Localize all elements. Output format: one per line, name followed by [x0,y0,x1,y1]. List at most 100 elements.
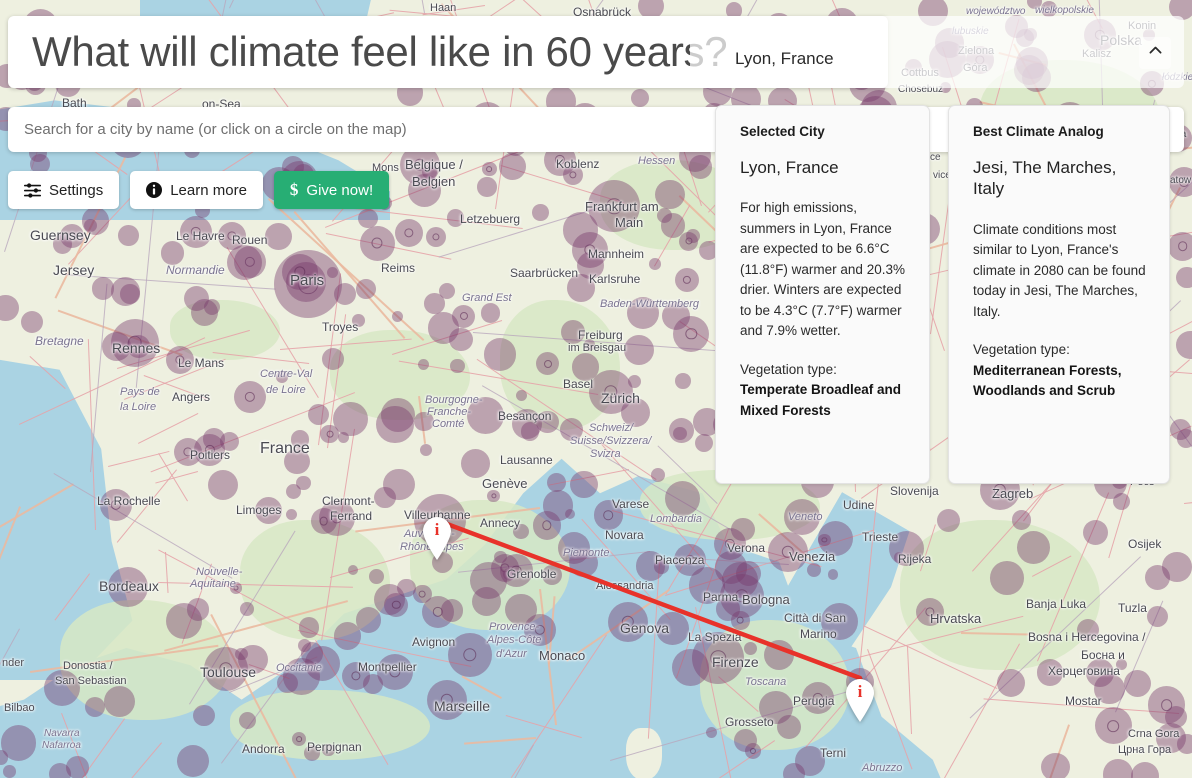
city-bubble[interactable] [85,696,106,717]
city-bubble[interactable] [427,680,467,720]
city-bubble[interactable] [477,177,497,197]
analog-pin[interactable]: i [844,678,876,722]
city-bubble[interactable] [285,508,297,521]
city-bubble[interactable] [20,310,43,333]
city-bubble[interactable] [359,225,395,261]
give-now-button[interactable]: $ Give now! [273,171,390,209]
city-bubble[interactable] [487,489,500,502]
city-bubble[interactable] [355,606,382,633]
city-bubble[interactable] [1165,705,1188,728]
city-bubble[interactable] [320,424,340,444]
city-bubble[interactable] [571,353,600,381]
origin-pin[interactable]: i [421,516,453,560]
city-bubble[interactable] [989,561,1024,595]
city-bubble[interactable] [160,241,185,265]
city-bubble[interactable] [1083,519,1109,545]
city-bubble[interactable] [0,725,37,761]
city-bubble[interactable] [1011,510,1032,530]
city-bubble[interactable] [338,431,350,443]
city-bubble[interactable] [193,704,216,727]
city-bubble[interactable] [425,227,446,248]
city-bubble[interactable] [654,559,670,574]
city-bubble[interactable] [333,282,356,305]
city-bubble[interactable] [207,469,238,501]
city-bubble[interactable] [467,396,505,434]
city-bubble[interactable] [176,744,209,777]
city-bubble[interactable] [3,764,17,778]
city-bubble[interactable] [52,234,73,254]
city-bubble[interactable] [180,216,212,248]
city-bubble[interactable] [277,672,298,694]
city-bubble[interactable] [996,669,1025,698]
city-bubble[interactable] [655,612,689,646]
city-bubble[interactable] [562,212,598,248]
city-bubble[interactable] [482,161,497,177]
city-bubble[interactable] [414,411,434,432]
city-bubble[interactable] [569,548,598,578]
city-bubble[interactable] [768,532,808,572]
city-bubble[interactable] [100,489,132,521]
city-bubble[interactable] [265,222,293,250]
city-bubble[interactable] [1041,1,1058,17]
city-bubble[interactable] [1041,752,1070,778]
city-bubble[interactable] [110,277,140,307]
city-bubble[interactable] [498,153,526,180]
city-bubble[interactable] [889,530,925,566]
city-bubble[interactable] [356,279,376,299]
city-bubble[interactable] [450,358,465,373]
city-bubble[interactable] [827,569,839,580]
city-bubble[interactable] [303,745,320,761]
city-bubble[interactable] [322,347,345,370]
city-bubble[interactable] [419,444,432,457]
city-bubble[interactable] [103,685,135,717]
city-bubble[interactable] [440,598,464,622]
city-bubble[interactable] [570,470,599,499]
city-bubble[interactable] [1162,552,1192,582]
city-bubble[interactable] [282,254,318,290]
city-bubble[interactable] [310,508,337,535]
city-bubble[interactable] [44,669,81,706]
collapse-panel-button[interactable] [1139,37,1171,69]
city-bubble[interactable] [417,358,430,370]
city-bubble[interactable] [448,633,492,677]
city-bubble[interactable] [240,601,254,616]
city-bubble[interactable] [744,742,761,759]
city-bubble[interactable] [296,475,311,491]
city-bubble[interactable] [784,498,821,535]
settings-button[interactable]: Settings [8,171,120,209]
city-bubble[interactable] [275,371,288,383]
city-bubble[interactable] [165,603,202,640]
city-bubble[interactable] [81,206,110,235]
city-bubble[interactable] [806,562,821,577]
city-bubble[interactable] [1146,605,1168,627]
city-bubble[interactable] [660,213,686,238]
city-bubble[interactable] [512,408,543,439]
city-bubble[interactable] [626,297,659,330]
city-bubble[interactable] [820,602,858,640]
city-bubble[interactable] [546,472,566,492]
city-bubble[interactable] [505,593,537,626]
city-bubble[interactable] [118,225,140,246]
city-bubble[interactable] [382,468,415,501]
city-bubble[interactable] [461,449,491,478]
city-bubble[interactable] [290,430,309,449]
city-bubble[interactable] [731,517,755,541]
city-bubble[interactable] [631,88,650,107]
city-bubble[interactable] [716,597,740,621]
city-bubble[interactable] [624,334,655,365]
city-bubble[interactable] [391,311,403,323]
city-bubble[interactable] [672,649,709,686]
city-bubble[interactable] [449,328,473,352]
city-bubble[interactable] [567,274,595,302]
city-bubble[interactable] [254,496,283,524]
city-bubble[interactable] [664,480,700,516]
city-bubble[interactable] [648,257,661,270]
city-bubble[interactable] [383,592,409,618]
city-bubble[interactable] [230,582,242,594]
city-bubble[interactable] [226,244,262,280]
city-bubble[interactable] [471,587,501,617]
city-bubble[interactable] [541,564,563,586]
city-bubble[interactable] [193,434,226,466]
city-bubble[interactable] [1076,619,1099,642]
city-bubble[interactable] [513,523,529,540]
